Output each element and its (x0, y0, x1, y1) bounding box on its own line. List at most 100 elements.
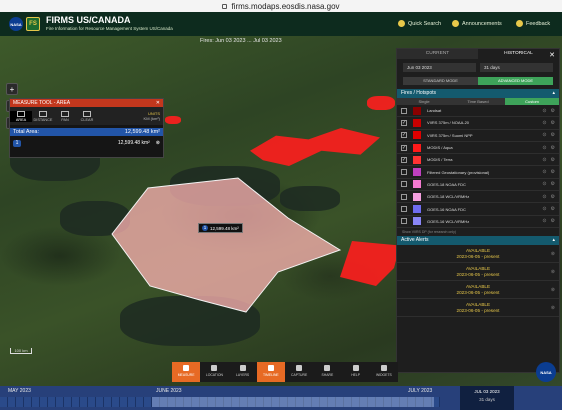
nasa-logo[interactable]: NASA (9, 17, 23, 31)
alert-item[interactable]: AVAILABLE 2023-06-05 - present ⊗ (397, 281, 559, 299)
advanced-mode-button[interactable]: ADVANCED MODE (478, 77, 553, 85)
layer-label: GOES-16 NOAA FDC (427, 206, 466, 212)
tool-capture-button[interactable]: CAPTURE (285, 362, 313, 382)
close-icon[interactable]: ⊗ (551, 287, 555, 293)
timeline-date-info[interactable]: JUL 03 2023 31 days (460, 386, 514, 410)
alert-item[interactable]: AVAILABLE 2023-06-05 - present ⊗ (397, 299, 559, 317)
info-icon[interactable]: ⊙ (542, 206, 546, 212)
layer-checkbox[interactable]: ✓ (401, 119, 407, 126)
browser-url-bar[interactable]: firms.modaps.eosdis.nasa.gov (0, 0, 562, 12)
standard-mode-button[interactable]: STANDARD MODE (403, 77, 478, 85)
show-viirs-note[interactable]: Show VIIRS DP (for research only) (397, 228, 559, 236)
tab-historical[interactable]: HISTORICAL (478, 49, 559, 59)
timeline-selection[interactable] (152, 397, 434, 407)
layer-checkbox[interactable]: ✓ (401, 156, 407, 163)
settings-icon[interactable]: ⚙ (551, 120, 555, 126)
layer-row[interactable]: GOES-18 WCL/VRMHz ⊙ ⚙ (397, 191, 559, 204)
hand-icon (61, 110, 69, 117)
layer-checkbox[interactable] (401, 206, 407, 213)
layer-checkbox[interactable] (401, 107, 407, 114)
settings-icon[interactable]: ⚙ (551, 181, 555, 187)
active-alerts-header[interactable]: Active Alerts ▴ (397, 235, 559, 245)
info-icon[interactable]: ⊙ (542, 218, 546, 224)
announcements-link[interactable]: Announcements (452, 20, 502, 27)
tool-location-button[interactable]: LOCATION (200, 362, 228, 382)
settings-icon[interactable]: ⚙ (551, 194, 555, 200)
filter-custom[interactable]: Custom (505, 98, 559, 105)
tool-help-button[interactable]: HELP (342, 362, 370, 382)
info-icon[interactable]: ⊙ (542, 194, 546, 200)
layer-row[interactable]: GOES-16 NOAA FDC ⊙ ⚙ (397, 203, 559, 216)
feedback-link[interactable]: Feedback (516, 20, 550, 27)
info-icon[interactable]: ⊙ (542, 132, 546, 138)
date-span-field[interactable]: 31 days (480, 63, 553, 72)
distance-tool-button[interactable]: DISTANCE (32, 110, 54, 122)
remove-icon[interactable]: ⊗ (156, 140, 160, 146)
layer-row[interactable]: ✓ VIIRS 375m / NOAA-20 ⊙ ⚙ (397, 117, 559, 130)
clear-tool-button[interactable]: CLEAR (76, 110, 98, 122)
measurement-item[interactable]: 1 12,599.48 km² ⊗ (10, 138, 163, 148)
layer-row[interactable]: ✓ MODIS / Aqua ⊙ ⚙ (397, 142, 559, 155)
capture-icon (296, 365, 303, 371)
zoom-in-button[interactable]: + (6, 83, 18, 95)
item-index: 1 (13, 139, 21, 147)
info-icon[interactable]: ⊙ (542, 108, 546, 114)
alert-item[interactable]: AVAILABLE 2023-06-05 - present ⊗ (397, 245, 559, 263)
layer-row[interactable]: GOES-18 NOAA FDC ⊙ ⚙ (397, 179, 559, 192)
pan-tool-button[interactable]: PAN (54, 110, 76, 122)
tool-timeline-button[interactable]: TIMELINE (256, 362, 285, 382)
panel-tabs: CURRENT HISTORICAL (397, 49, 559, 59)
filter-tabs: Single Time Based Custom (397, 98, 559, 105)
info-icon[interactable]: ⊙ (542, 169, 546, 175)
close-icon[interactable]: ⊗ (551, 251, 555, 257)
forest-service-logo[interactable]: FS (26, 17, 40, 31)
settings-icon[interactable]: ⚙ (551, 218, 555, 224)
layer-checkbox[interactable] (401, 181, 407, 188)
date-from-field[interactable]: Jun 03 2023 (403, 63, 476, 72)
layer-checkbox[interactable]: ✓ (401, 144, 407, 151)
info-icon[interactable]: ⊙ (542, 157, 546, 163)
filter-single[interactable]: Single (397, 98, 451, 105)
layer-row[interactable]: Filtered Geostationary (provisional) ⊙ ⚙ (397, 166, 559, 179)
info-icon[interactable]: ⊙ (542, 120, 546, 126)
layer-row[interactable]: GOES-16 WCL/VRMHz ⊙ ⚙ (397, 216, 559, 228)
close-icon[interactable]: ⊗ (551, 269, 555, 275)
lock-icon (222, 3, 228, 9)
close-panel-icon[interactable]: ✕ (549, 51, 555, 59)
layer-row[interactable]: ✓ VIIRS 375m / Suomi NPP ⊙ ⚙ (397, 130, 559, 142)
alert-dates: 2023-06-05 - present (456, 307, 500, 313)
close-icon[interactable]: ✕ (156, 99, 163, 107)
quick-search-link[interactable]: Quick Search (398, 20, 441, 27)
filter-time-based[interactable]: Time Based (451, 98, 505, 105)
area-tool-button[interactable]: AREA (10, 110, 32, 122)
total-area-row: Total Area: 12,599.48 km² (10, 128, 163, 136)
settings-icon[interactable]: ⚙ (551, 206, 555, 212)
settings-icon[interactable]: ⚙ (551, 157, 555, 163)
layer-checkbox[interactable] (401, 218, 407, 225)
settings-icon[interactable]: ⚙ (551, 132, 555, 138)
settings-icon[interactable]: ⚙ (551, 169, 555, 175)
layer-row[interactable]: ✓ MODIS / Terra ⊙ ⚙ (397, 154, 559, 167)
tool-share-button[interactable]: SHARE (313, 362, 341, 382)
settings-icon[interactable]: ⚙ (551, 108, 555, 114)
tool-measure-button[interactable]: MEASURE (172, 362, 201, 382)
layer-label: GOES-18 NOAA FDC (427, 181, 466, 187)
close-icon[interactable]: ⊗ (551, 305, 555, 311)
layer-checkbox[interactable] (401, 193, 407, 200)
nasa-logo[interactable]: NASA (536, 362, 556, 382)
units-selector[interactable]: UNITS KM (km²) (144, 111, 163, 121)
tool-widgets-button[interactable]: WIDGETS (370, 362, 398, 382)
info-icon[interactable]: ⊙ (542, 145, 546, 151)
layer-row[interactable]: Landsat ⊙ ⚙ (397, 105, 559, 118)
layer-checkbox[interactable] (401, 169, 407, 176)
tool-layers-button[interactable]: LAYERS (229, 362, 257, 382)
search-icon (398, 20, 405, 27)
layer-color-swatch (413, 168, 421, 177)
fires-hotspots-header[interactable]: Fires / Hotspots ▴ (397, 89, 559, 98)
settings-icon[interactable]: ⚙ (551, 145, 555, 151)
item-area-value: 12,599.48 km² (117, 140, 150, 146)
alert-item[interactable]: AVAILABLE 2023-06-05 - present ⊗ (397, 263, 559, 281)
info-icon[interactable]: ⊙ (542, 181, 546, 187)
layer-checkbox[interactable]: ✓ (401, 132, 407, 139)
tab-current[interactable]: CURRENT (397, 49, 478, 59)
